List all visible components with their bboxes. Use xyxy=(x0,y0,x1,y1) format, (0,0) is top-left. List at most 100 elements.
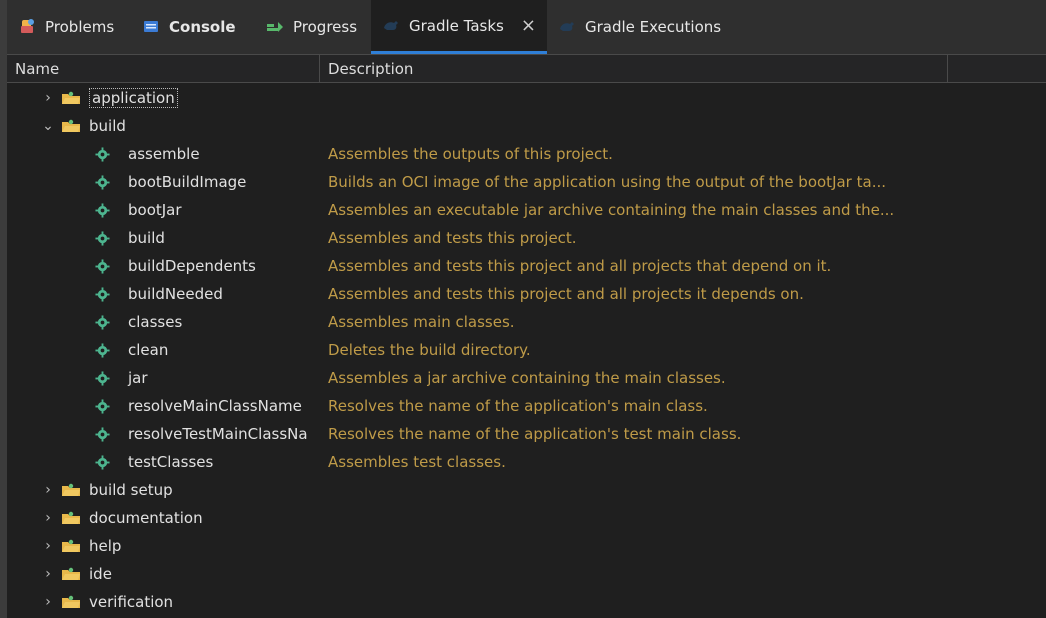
chevron-right-icon[interactable]: › xyxy=(41,90,55,106)
gear-icon xyxy=(95,314,110,330)
gear-icon xyxy=(95,342,110,358)
problems-icon xyxy=(17,17,37,37)
tree-group-label: build xyxy=(89,117,126,135)
task-row[interactable]: resolveTestMainClassNa Resolves the name… xyxy=(7,420,1046,448)
gear-icon xyxy=(95,398,110,414)
folder-icon xyxy=(61,566,81,582)
task-name: bootBuildImage xyxy=(128,173,247,191)
task-name: resolveTestMainClassNa xyxy=(128,425,308,443)
console-icon xyxy=(141,17,161,37)
column-headers: Name Description xyxy=(7,54,1046,83)
task-name: clean xyxy=(128,341,169,359)
tree-group-label: ide xyxy=(89,565,112,583)
column-header-description-label: Description xyxy=(328,60,414,78)
task-description: Assembles and tests this project and all… xyxy=(328,257,832,275)
gear-icon xyxy=(95,286,110,302)
chevron-right-icon[interactable]: › xyxy=(41,482,55,498)
column-header-name[interactable]: Name xyxy=(7,55,320,83)
tree-group-label: application xyxy=(89,88,178,108)
tab-bar: Problems Console Progress Gradle Tasks ×… xyxy=(7,0,1046,54)
gear-icon xyxy=(95,230,110,246)
chevron-right-icon[interactable]: › xyxy=(41,566,55,582)
folder-icon xyxy=(61,90,81,106)
tree-group-build-setup[interactable]: › build setup xyxy=(7,476,1046,504)
tab-gradle-executions[interactable]: Gradle Executions xyxy=(547,0,722,54)
task-name: classes xyxy=(128,313,183,331)
task-row[interactable]: classes Assembles main classes. xyxy=(7,308,1046,336)
tree-group-label: build setup xyxy=(89,481,173,499)
tab-console[interactable]: Console xyxy=(131,0,254,54)
tree-group-label: documentation xyxy=(89,509,203,527)
task-name: testClasses xyxy=(128,453,214,471)
task-name: resolveMainClassName xyxy=(128,397,302,415)
column-header-description[interactable]: Description xyxy=(320,55,948,83)
task-row[interactable]: jar Assembles a jar archive containing t… xyxy=(7,364,1046,392)
gear-icon xyxy=(95,426,110,442)
task-row[interactable]: buildNeeded Assembles and tests this pro… xyxy=(7,280,1046,308)
gear-icon xyxy=(95,202,110,218)
tree-group-help[interactable]: › help xyxy=(7,532,1046,560)
tab-label: Gradle Tasks xyxy=(409,16,504,35)
task-row[interactable]: bootJar Assembles an executable jar arch… xyxy=(7,196,1046,224)
task-description: Resolves the name of the application's t… xyxy=(328,425,742,443)
column-header-name-label: Name xyxy=(15,60,60,78)
task-row[interactable]: assemble Assembles the outputs of this p… xyxy=(7,140,1046,168)
tree-group-verification[interactable]: › verification xyxy=(7,588,1046,616)
task-description: Assembles a jar archive containing the m… xyxy=(328,369,726,387)
tree-group-documentation[interactable]: › documentation xyxy=(7,504,1046,532)
folder-icon xyxy=(61,482,81,498)
column-header-empty[interactable] xyxy=(948,55,1046,83)
gear-icon xyxy=(95,370,110,386)
chevron-right-icon[interactable]: › xyxy=(41,538,55,554)
task-description: Assembles an executable jar archive cont… xyxy=(328,201,895,219)
tree-group-application[interactable]: › application xyxy=(7,84,1046,112)
task-description: Builds an OCI image of the application u… xyxy=(328,173,886,191)
task-row[interactable]: clean Deletes the build directory. xyxy=(7,336,1046,364)
tree-group-ide[interactable]: › ide xyxy=(7,560,1046,588)
folder-icon xyxy=(61,594,81,610)
task-description: Assembles test classes. xyxy=(328,453,506,471)
chevron-right-icon[interactable]: › xyxy=(41,510,55,526)
task-row[interactable]: bootBuildImage Builds an OCI image of th… xyxy=(7,168,1046,196)
tab-label: Problems xyxy=(45,18,115,36)
tab-label: Gradle Executions xyxy=(585,18,722,36)
chevron-down-icon[interactable]: ⌄ xyxy=(41,118,55,134)
task-row[interactable]: build Assembles and tests this project. xyxy=(7,224,1046,252)
task-description: Assembles the outputs of this project. xyxy=(328,145,613,163)
task-name: build xyxy=(128,229,165,247)
tab-problems[interactable]: Problems xyxy=(7,0,130,54)
close-icon[interactable]: × xyxy=(520,15,537,36)
tab-progress[interactable]: Progress xyxy=(255,0,371,54)
task-row[interactable]: buildDependents Assembles and tests this… xyxy=(7,252,1046,280)
task-name: buildDependents xyxy=(128,257,256,275)
gradle-icon xyxy=(381,16,401,36)
task-tree: › application ⌄ build assemble Assembles… xyxy=(7,83,1046,618)
gear-icon xyxy=(95,146,110,162)
gradle-icon xyxy=(557,17,577,37)
chevron-right-icon[interactable]: › xyxy=(41,594,55,610)
task-name: jar xyxy=(128,369,148,387)
gear-icon xyxy=(95,174,110,190)
tab-label: Progress xyxy=(293,18,358,36)
gear-icon xyxy=(95,258,110,274)
tab-gradle-tasks[interactable]: Gradle Tasks × xyxy=(371,0,547,54)
task-description: Deletes the build directory. xyxy=(328,341,531,359)
left-edge xyxy=(0,0,7,618)
tree-group-label: verification xyxy=(89,593,174,611)
task-description: Resolves the name of the application's m… xyxy=(328,397,708,415)
tree-group-build[interactable]: ⌄ build xyxy=(7,112,1046,140)
folder-icon xyxy=(61,538,81,554)
task-name: bootJar xyxy=(128,201,182,219)
task-description: Assembles and tests this project. xyxy=(328,229,577,247)
task-row[interactable]: testClasses Assembles test classes. xyxy=(7,448,1046,476)
task-description: Assembles and tests this project and all… xyxy=(328,285,804,303)
gear-icon xyxy=(95,454,110,470)
folder-icon xyxy=(61,510,81,526)
task-description: Assembles main classes. xyxy=(328,313,515,331)
tab-label: Console xyxy=(169,18,236,36)
tree-group-label: help xyxy=(89,537,122,555)
folder-icon xyxy=(61,118,81,134)
progress-icon xyxy=(265,17,285,37)
task-row[interactable]: resolveMainClassName Resolves the name o… xyxy=(7,392,1046,420)
task-name: buildNeeded xyxy=(128,285,223,303)
